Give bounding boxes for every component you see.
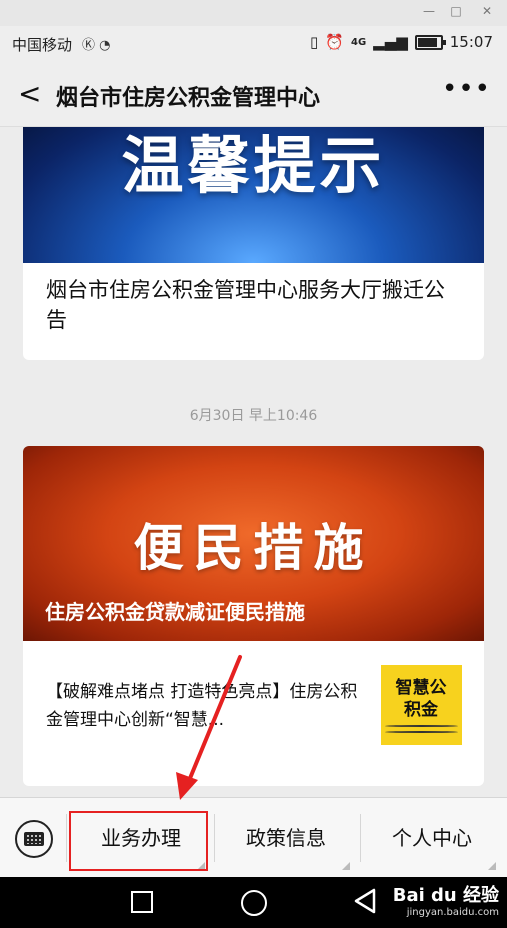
status-bar: 中国移动 Ⓚ ◔ ▯ ⏰ 4G ▂▄▆ 15:07 bbox=[0, 26, 507, 62]
carrier-icons: Ⓚ ◔ bbox=[82, 38, 111, 53]
divider bbox=[360, 814, 361, 862]
minimize-icon[interactable]: — bbox=[420, 4, 438, 18]
divider bbox=[66, 814, 67, 862]
home-icon[interactable] bbox=[241, 890, 267, 916]
close-icon[interactable]: ✕ bbox=[478, 4, 496, 18]
alarm-icon: ⏰ bbox=[325, 33, 344, 51]
carrier-label: 中国移动 bbox=[12, 36, 73, 54]
page-title: 烟台市住房公积金管理中心 bbox=[56, 86, 321, 111]
message-timestamp: 6月30日 早上10:46 bbox=[189, 408, 318, 424]
signal-icon: ▂▄▆ bbox=[373, 33, 408, 51]
watermark: Bai du 经验 jingyan.baidu.com bbox=[393, 881, 499, 918]
back-triangle-icon[interactable] bbox=[353, 888, 377, 914]
article-thumbnail[interactable]: 智慧公积金 bbox=[381, 665, 462, 745]
window-chrome: — □ ✕ bbox=[0, 0, 507, 26]
thumbnail-decoration bbox=[385, 725, 458, 727]
menu-item-policy[interactable]: 政策信息 bbox=[216, 798, 356, 878]
banner-subtitle: 住房公积金贷款减证便民措施 bbox=[45, 600, 305, 624]
article-item-title[interactable]: 【破解难点堵点 打造特色亮点】住房公积金管理中心创新“智慧... bbox=[46, 678, 366, 734]
recent-apps-icon[interactable] bbox=[131, 891, 153, 913]
article-banner[interactable]: 温馨提示 bbox=[23, 127, 484, 263]
divider bbox=[214, 814, 215, 862]
thumbnail-text: 智慧公积金 bbox=[395, 678, 447, 720]
menu-item-personal[interactable]: 个人中心 bbox=[362, 798, 502, 878]
maximize-icon[interactable]: □ bbox=[447, 4, 465, 18]
title-bar: < 烟台市住房公积金管理中心 ••• bbox=[0, 62, 507, 127]
banner-text: 温馨提示 bbox=[121, 129, 386, 202]
battery-fill bbox=[417, 37, 437, 47]
more-options-icon[interactable]: ••• bbox=[442, 74, 491, 104]
article-title[interactable]: 烟台市住房公积金管理中心服务大厅搬迁公告 bbox=[46, 275, 464, 335]
keyboard-toggle-icon[interactable] bbox=[15, 820, 53, 858]
watermark-main: Bai du 经验 bbox=[392, 885, 499, 906]
thumbnail-decoration bbox=[385, 731, 458, 733]
signal-label: 4G bbox=[350, 36, 367, 48]
banner-text: 便民措施 bbox=[133, 519, 374, 577]
keyboard-icon bbox=[24, 832, 44, 846]
article-banner[interactable]: 便民措施 住房公积金贷款减证便民措施 bbox=[23, 446, 484, 641]
system-nav-bar: Bai du 经验 jingyan.baidu.com bbox=[0, 877, 507, 928]
vibrate-icon: ▯ bbox=[310, 33, 319, 51]
message-feed: 温馨提示 烟台市住房公积金管理中心服务大厅搬迁公告 6月30日 早上10:46 … bbox=[0, 127, 507, 797]
back-arrow-icon[interactable]: < bbox=[18, 77, 41, 110]
article-card[interactable]: 温馨提示 烟台市住房公积金管理中心服务大厅搬迁公告 bbox=[23, 127, 484, 360]
watermark-sub: jingyan.baidu.com bbox=[406, 907, 499, 918]
bottom-menu-bar: 业务办理 政策信息 个人中心 bbox=[0, 797, 507, 878]
battery-icon bbox=[414, 34, 446, 50]
clock: 15:07 bbox=[449, 33, 493, 51]
highlight-box bbox=[69, 811, 208, 871]
article-card[interactable]: 便民措施 住房公积金贷款减证便民措施 【破解难点堵点 打造特色亮点】住房公积金管… bbox=[23, 446, 484, 786]
